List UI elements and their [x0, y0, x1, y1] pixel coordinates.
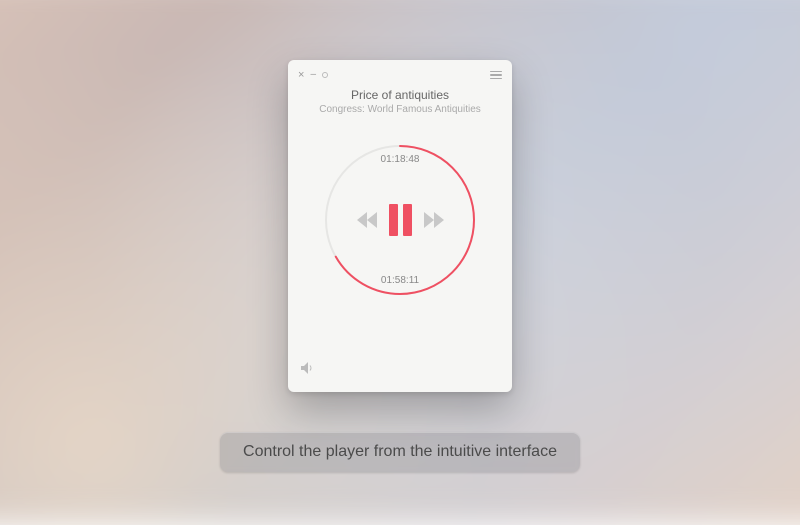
- caption-text: Control the player from the intuitive in…: [243, 443, 557, 461]
- minimize-icon[interactable]: –: [310, 70, 316, 80]
- titlebar: × –: [298, 68, 502, 82]
- playback-controls: [320, 200, 480, 240]
- time-elapsed: 01:18:48: [320, 154, 480, 165]
- rewind-button[interactable]: [357, 212, 377, 228]
- time-total: 01:58:11: [320, 275, 480, 286]
- menu-icon[interactable]: [490, 71, 502, 80]
- track-title: Price of antiquities: [288, 88, 512, 102]
- pause-button[interactable]: [389, 204, 412, 236]
- window-controls: × –: [298, 70, 328, 81]
- close-icon[interactable]: ×: [298, 70, 304, 81]
- zoom-icon[interactable]: [322, 72, 328, 78]
- volume-icon[interactable]: [300, 361, 316, 380]
- forward-button[interactable]: [424, 212, 444, 228]
- track-subtitle: Congress: World Famous Antiquities: [288, 104, 512, 115]
- player-window: × – Price of antiquities Congress: World…: [288, 60, 512, 392]
- progress-dial[interactable]: 01:18:48 01:58:11: [320, 140, 480, 300]
- caption-bar: Control the player from the intuitive in…: [220, 432, 580, 472]
